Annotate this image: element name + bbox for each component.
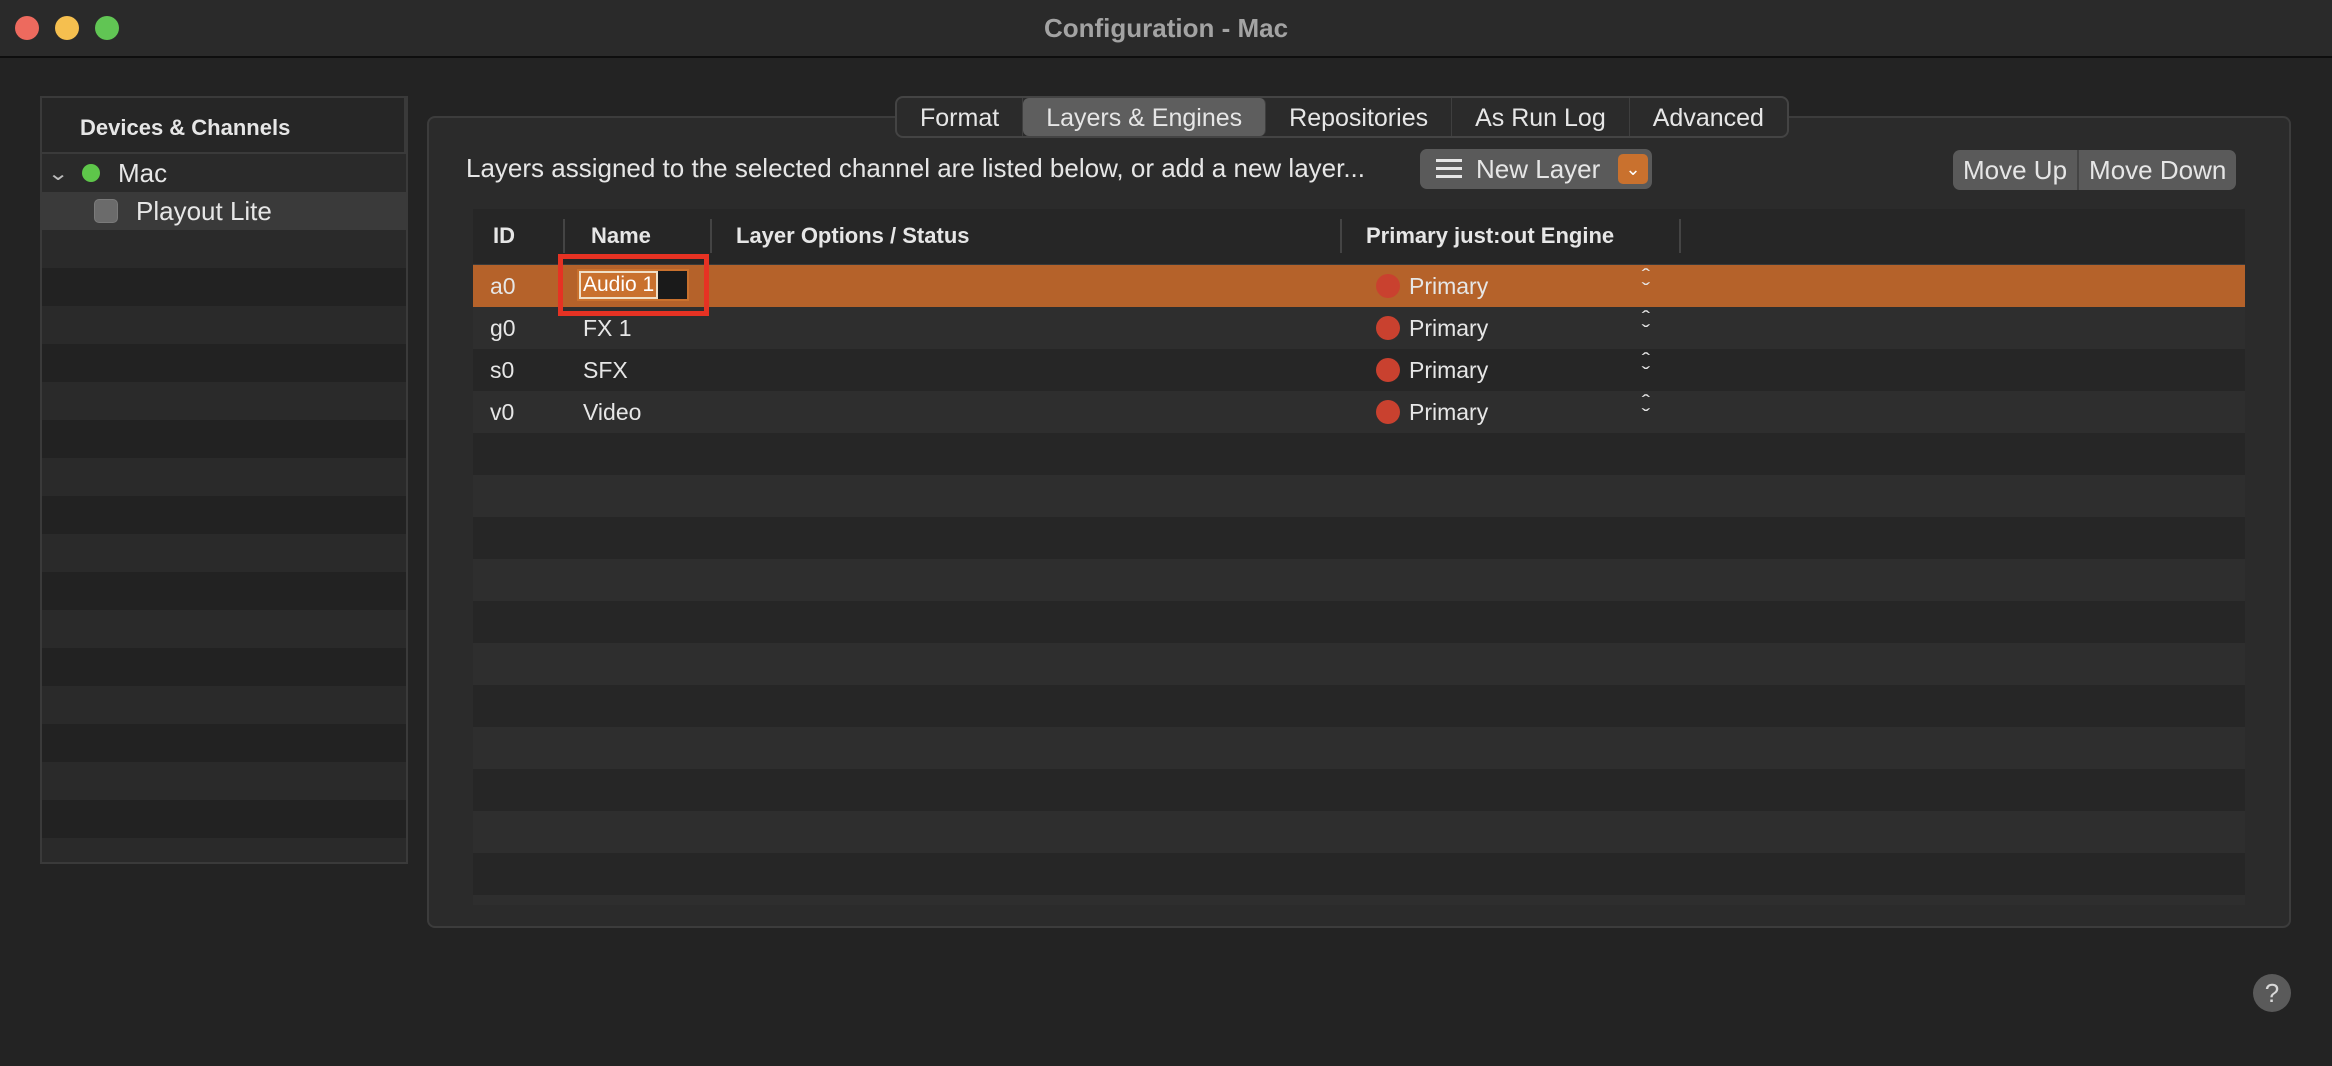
tab-layers-engines[interactable]: Layers & Engines [1023, 98, 1267, 136]
status-online-icon [82, 164, 100, 182]
column-header-id[interactable]: ID [493, 223, 515, 249]
up-down-chevron-icon[interactable]: ˆˇ [1642, 309, 1650, 341]
tab-advanced[interactable]: Advanced [1630, 98, 1787, 136]
sidebar-header: Devices & Channels [42, 98, 406, 154]
move-buttons: Move Up Move Down [1953, 150, 2237, 190]
layer-id: g0 [490, 315, 516, 341]
engine-status-icon [1376, 274, 1400, 298]
move-up-button[interactable]: Move Up [1953, 150, 2080, 190]
tab-bar: Format Layers & Engines Repositories As … [895, 96, 1789, 138]
channel-checkbox[interactable] [94, 199, 118, 223]
table-body: a0 Audio 1 Primary ˆˇ g0 FX 1 Primary ˆˇ… [473, 265, 2245, 905]
table-row[interactable]: g0 FX 1 Primary ˆˇ [473, 307, 2245, 349]
tab-repositories[interactable]: Repositories [1266, 98, 1453, 136]
table-row[interactable]: a0 Audio 1 Primary ˆˇ [473, 265, 2245, 307]
list-icon [1436, 159, 1464, 179]
new-layer-label: New Layer [1476, 153, 1601, 184]
engine-status-icon [1376, 400, 1400, 424]
engine-select[interactable]: Primary [1409, 315, 1488, 342]
layer-id: v0 [490, 399, 515, 425]
sidebar-rows [42, 154, 406, 862]
table-header: ID Name Layer Options / Status Primary j… [473, 209, 2245, 265]
up-down-chevron-icon[interactable]: ˆˇ [1642, 267, 1650, 299]
device-label: Mac [118, 157, 168, 188]
layer-id: s0 [490, 357, 515, 383]
sidebar-item-mac[interactable]: ⌄ Mac [42, 154, 406, 192]
engine-select[interactable]: Primary [1409, 273, 1488, 300]
column-header-layer-options[interactable]: Layer Options / Status [736, 223, 970, 249]
chevron-down-icon[interactable]: ⌄ [1618, 154, 1648, 184]
layer-name: Video [583, 399, 642, 425]
layer-name: SFX [583, 357, 628, 383]
column-header-name[interactable]: Name [591, 223, 651, 249]
layers-intro-text: Layers assigned to the selected channel … [466, 153, 1366, 183]
name-field-highlight [558, 254, 709, 316]
table-row[interactable]: v0 Video Primary ˆˇ [473, 391, 2245, 433]
new-layer-button[interactable]: New Layer ⌄ [1420, 149, 1652, 189]
engine-select[interactable]: Primary [1409, 357, 1488, 384]
engine-select[interactable]: Primary [1409, 399, 1488, 426]
help-button[interactable]: ? [2253, 974, 2291, 1012]
move-down-button[interactable]: Move Down [2079, 150, 2236, 190]
channel-label: Playout Lite [136, 195, 272, 226]
layer-id: a0 [490, 273, 516, 299]
engine-status-icon [1376, 316, 1400, 340]
layers-table: ID Name Layer Options / Status Primary j… [473, 209, 2245, 905]
up-down-chevron-icon[interactable]: ˆˇ [1642, 393, 1650, 425]
column-header-engine[interactable]: Primary just:out Engine [1366, 223, 1614, 249]
table-row[interactable]: s0 SFX Primary ˆˇ [473, 349, 2245, 391]
chevron-down-icon[interactable]: ⌄ [47, 161, 70, 186]
up-down-chevron-icon[interactable]: ˆˇ [1642, 351, 1650, 383]
layer-name: FX 1 [583, 315, 632, 341]
window-title: Configuration - Mac [1043, 13, 1289, 43]
title-bar: Configuration - Mac [0, 0, 2332, 58]
engine-status-icon [1376, 358, 1400, 382]
tab-format[interactable]: Format [897, 98, 1024, 136]
devices-channels-sidebar: Devices & Channels ⌄ Mac Playout Lite [40, 96, 408, 864]
tab-as-run-log[interactable]: As Run Log [1452, 98, 1630, 136]
sidebar-item-playout-lite[interactable]: Playout Lite [42, 192, 406, 230]
